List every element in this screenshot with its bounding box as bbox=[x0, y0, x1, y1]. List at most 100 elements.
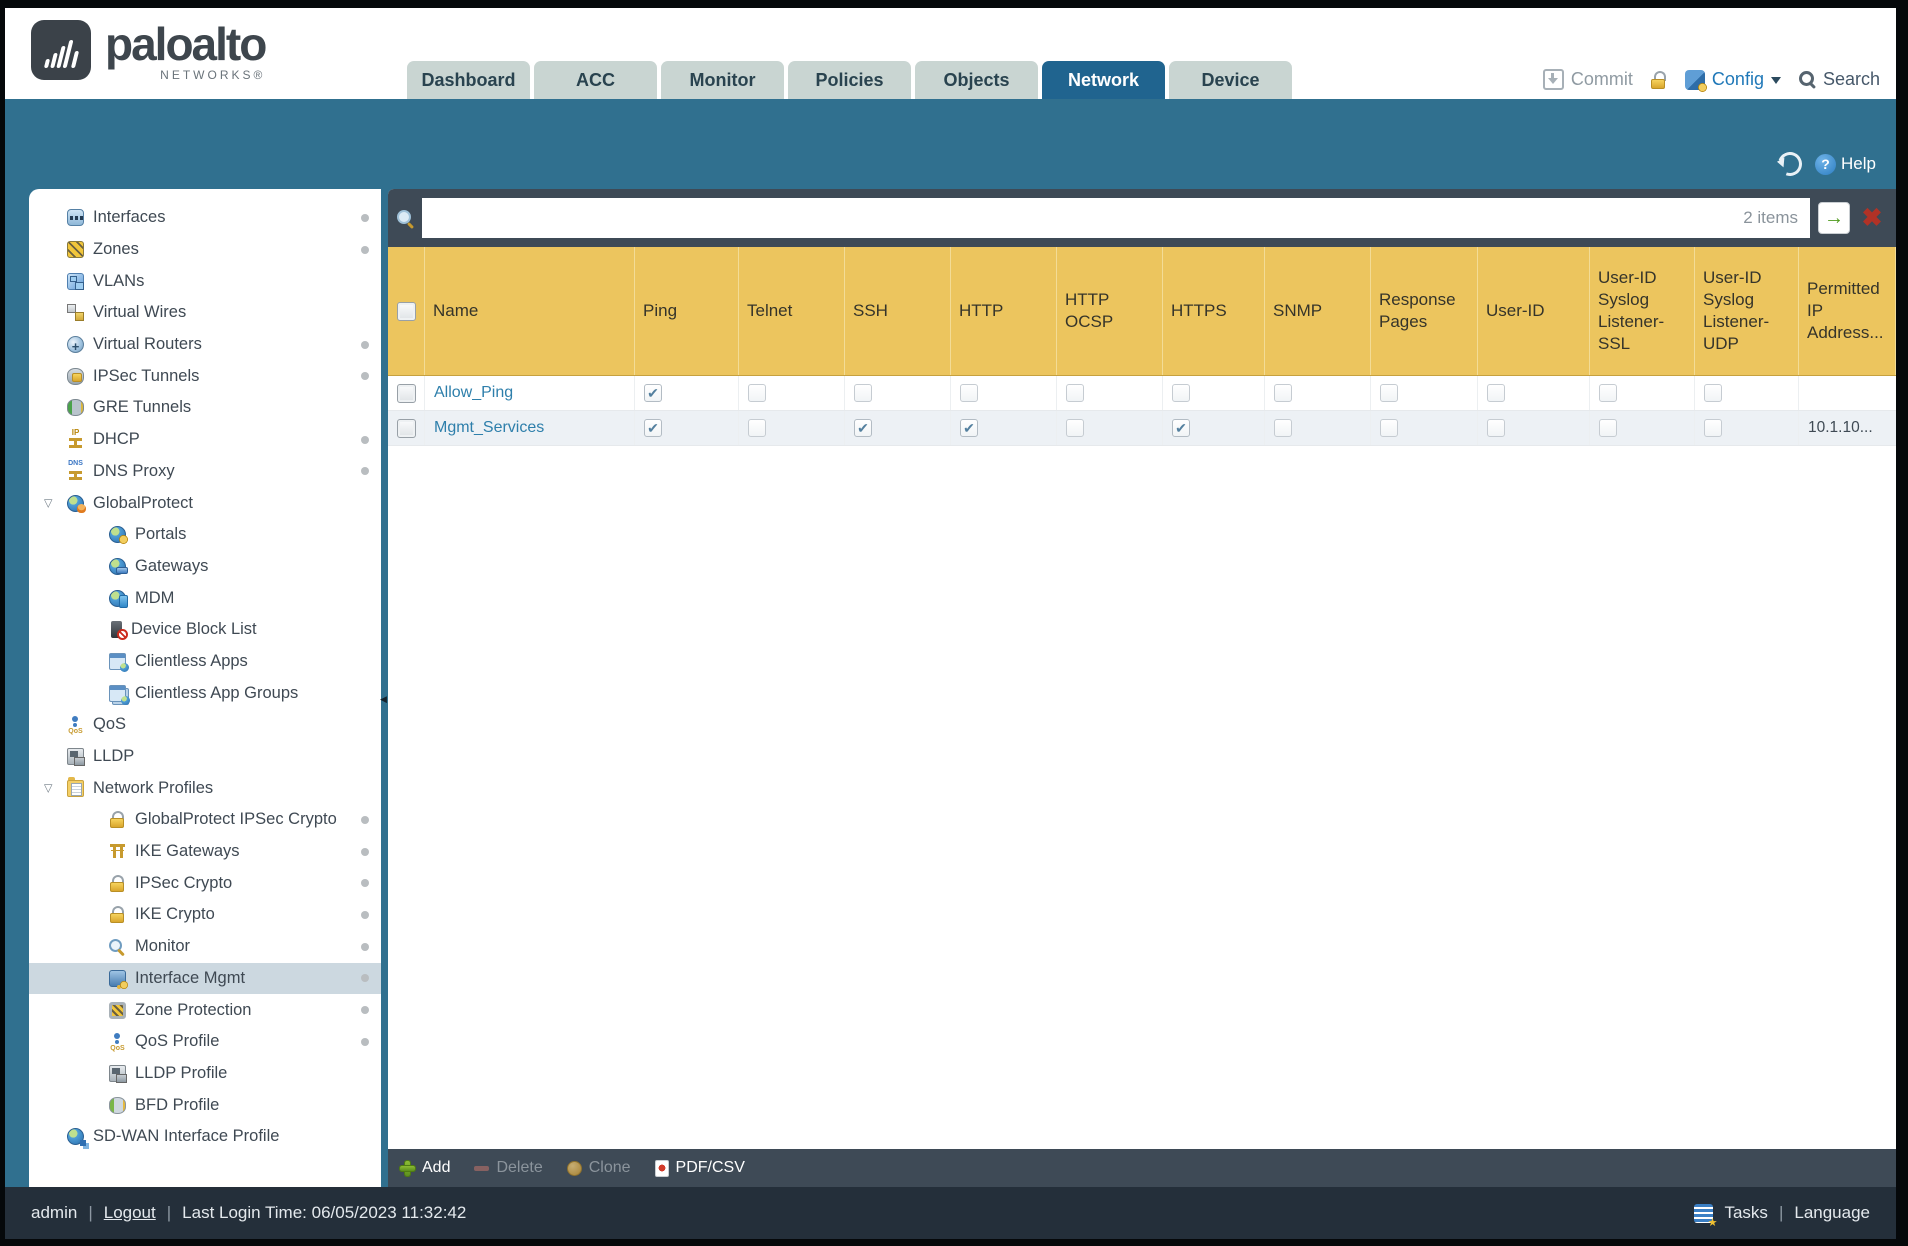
user_id-checkbox[interactable]: ✔ bbox=[1487, 419, 1505, 437]
profile-name-link[interactable]: Mgmt_Services bbox=[434, 419, 544, 437]
ssh-checkbox[interactable]: ✔ bbox=[854, 419, 872, 437]
response_pages-checkbox[interactable]: ✔ bbox=[1380, 419, 1398, 437]
column-header-http-ocsp[interactable]: HTTP OCSP bbox=[1057, 247, 1163, 375]
sidebar-item-mdm[interactable]: MDM bbox=[29, 582, 381, 614]
apply-filter-button[interactable] bbox=[1818, 202, 1850, 234]
sidebar-item-virtual-wires[interactable]: Virtual Wires bbox=[29, 297, 381, 329]
global-search-button[interactable]: Search bbox=[1798, 69, 1880, 90]
user_id_syslog_listener_udp-checkbox[interactable]: ✔ bbox=[1704, 419, 1722, 437]
language-button[interactable]: Language bbox=[1794, 1203, 1870, 1223]
sidebar-item-dhcp[interactable]: DHCP bbox=[29, 424, 381, 456]
column-header-permitted-ip-address[interactable]: Permitted IP Address... bbox=[1799, 247, 1896, 375]
tab-policies[interactable]: Policies bbox=[788, 61, 911, 99]
sidebar-item-lldp[interactable]: LLDP bbox=[29, 741, 381, 773]
user_id_syslog_listener_udp-checkbox[interactable]: ✔ bbox=[1704, 384, 1722, 402]
ping-checkbox[interactable]: ✔ bbox=[644, 384, 662, 402]
sidebar-item-vlans[interactable]: VLANs bbox=[29, 265, 381, 297]
response_pages-checkbox[interactable]: ✔ bbox=[1380, 384, 1398, 402]
column-header-http[interactable]: HTTP bbox=[951, 247, 1057, 375]
sidebar-item-ipsec-tunnels[interactable]: IPSec Tunnels bbox=[29, 360, 381, 392]
config-dropdown[interactable]: Config bbox=[1684, 69, 1781, 92]
telnet-checkbox[interactable]: ✔ bbox=[748, 419, 766, 437]
column-header-snmp[interactable]: SNMP bbox=[1265, 247, 1371, 375]
sidebar-item-device-block-list[interactable]: Device Block List bbox=[29, 614, 381, 646]
http-checkbox[interactable]: ✔ bbox=[960, 419, 978, 437]
tab-network[interactable]: Network bbox=[1042, 61, 1165, 99]
column-header-label: HTTP OCSP bbox=[1065, 289, 1114, 331]
https-checkbox[interactable]: ✔ bbox=[1172, 419, 1190, 437]
sidebar-item-bfd-profile[interactable]: BFD Profile bbox=[29, 1089, 381, 1121]
sidebar-item-zone-protection[interactable]: Zone Protection bbox=[29, 994, 381, 1026]
commit-button[interactable]: Commit bbox=[1542, 69, 1633, 90]
collapse-toggle-icon[interactable]: ▽ bbox=[44, 497, 52, 510]
column-header-ssh[interactable]: SSH bbox=[845, 247, 951, 375]
clear-filter-button[interactable] bbox=[1858, 203, 1886, 233]
telnet-checkbox[interactable]: ✔ bbox=[748, 384, 766, 402]
ping-checkbox[interactable]: ✔ bbox=[644, 419, 662, 437]
sidebar-item-sd-wan-interface-profile[interactable]: SD-WAN Interface Profile bbox=[29, 1121, 381, 1153]
snmp-checkbox[interactable]: ✔ bbox=[1274, 384, 1292, 402]
tab-dashboard[interactable]: Dashboard bbox=[407, 61, 530, 99]
sidebar-item-interface-mgmt[interactable]: Interface Mgmt bbox=[29, 962, 381, 995]
tab-monitor[interactable]: Monitor bbox=[661, 61, 784, 99]
tab-objects[interactable]: Objects bbox=[915, 61, 1038, 99]
pdf-csv-button[interactable]: PDF/CSV bbox=[654, 1159, 745, 1177]
sidebar-item-portals[interactable]: Portals bbox=[29, 519, 381, 551]
select-all-checkbox[interactable] bbox=[396, 301, 416, 321]
sidebar-item-monitor[interactable]: Monitor bbox=[29, 931, 381, 963]
column-header-user-id[interactable]: User-ID bbox=[1478, 247, 1590, 375]
sidebar-item-gre-tunnels[interactable]: GRE Tunnels bbox=[29, 392, 381, 424]
column-header-label: Ping bbox=[643, 300, 678, 320]
sidebar-item-qos[interactable]: QoS bbox=[29, 709, 381, 741]
ssh-checkbox[interactable]: ✔ bbox=[854, 384, 872, 402]
sidebar-item-virtual-routers[interactable]: Virtual Routers bbox=[29, 329, 381, 361]
column-header-telnet[interactable]: Telnet bbox=[739, 247, 845, 375]
http_ocsp-checkbox[interactable]: ✔ bbox=[1066, 384, 1084, 402]
sidebar-item-interfaces[interactable]: Interfaces bbox=[29, 202, 381, 234]
user_id_syslog_listener_ssl-checkbox[interactable]: ✔ bbox=[1599, 419, 1617, 437]
sidebar-item-globalprotect-ipsec-crypto[interactable]: GlobalProtect IPSec Crypto bbox=[29, 804, 381, 836]
monitor-profile-icon bbox=[109, 938, 126, 955]
name-cell: Mgmt_Services bbox=[425, 411, 635, 445]
sidebar-item-gateways[interactable]: Gateways bbox=[29, 551, 381, 583]
tasks-button[interactable]: Tasks bbox=[1724, 1203, 1767, 1223]
sidebar-item-network-profiles[interactable]: ▽ Network Profiles bbox=[29, 772, 381, 804]
column-header-ping[interactable]: Ping bbox=[635, 247, 739, 375]
column-header-user-id-syslog-listener-udp[interactable]: User-ID Syslog Listener-UDP bbox=[1695, 247, 1799, 375]
user_id-checkbox[interactable]: ✔ bbox=[1487, 384, 1505, 402]
http-checkbox[interactable]: ✔ bbox=[960, 384, 978, 402]
row-select-checkbox[interactable] bbox=[396, 383, 416, 403]
row-select-checkbox[interactable] bbox=[396, 418, 416, 438]
column-header-name[interactable]: Name bbox=[425, 247, 635, 375]
tab-device[interactable]: Device bbox=[1169, 61, 1292, 99]
refresh-icon[interactable] bbox=[1774, 148, 1806, 180]
filter-input[interactable] bbox=[434, 208, 1744, 228]
sidebar-item-globalprotect[interactable]: ▽ GlobalProtect bbox=[29, 487, 381, 519]
sidebar-item-qos-profile[interactable]: QoS Profile bbox=[29, 1026, 381, 1058]
lock-button[interactable] bbox=[1650, 70, 1667, 89]
https-checkbox[interactable]: ✔ bbox=[1172, 384, 1190, 402]
profile-name-link[interactable]: Allow_Ping bbox=[434, 384, 513, 402]
sidebar-item-ike-gateways[interactable]: IKE Gateways bbox=[29, 836, 381, 868]
collapse-toggle-icon[interactable]: ▽ bbox=[44, 782, 52, 795]
user_id_syslog_listener_ssl-checkbox[interactable]: ✔ bbox=[1599, 384, 1617, 402]
column-header-https[interactable]: HTTPS bbox=[1163, 247, 1265, 375]
sidebar-item-ipsec-crypto[interactable]: IPSec Crypto bbox=[29, 867, 381, 899]
ping-cell: ✔ bbox=[635, 376, 739, 410]
tab-acc[interactable]: ACC bbox=[534, 61, 657, 99]
sidebar-item-ike-crypto[interactable]: IKE Crypto bbox=[29, 899, 381, 931]
add-button[interactable]: Add bbox=[400, 1159, 450, 1177]
filter-input-wrap: 2 items bbox=[422, 198, 1810, 238]
http_ocsp-checkbox[interactable]: ✔ bbox=[1066, 419, 1084, 437]
sidebar-item-dns-proxy[interactable]: DNS Proxy bbox=[29, 456, 381, 488]
sidebar-item-zones[interactable]: Zones bbox=[29, 234, 381, 266]
logout-link[interactable]: Logout bbox=[104, 1203, 156, 1223]
column-header-response-pages[interactable]: Response Pages bbox=[1371, 247, 1478, 375]
help-button[interactable]: Help bbox=[1815, 153, 1876, 175]
column-header-user-id-syslog-listener-ssl[interactable]: User-ID Syslog Listener-SSL bbox=[1590, 247, 1695, 375]
sidebar-item-lldp-profile[interactable]: LLDP Profile bbox=[29, 1058, 381, 1090]
sidebar-collapse-handle[interactable] bbox=[380, 694, 387, 705]
sidebar-item-clientless-apps[interactable]: Clientless Apps bbox=[29, 646, 381, 678]
sidebar-item-clientless-app-groups[interactable]: Clientless App Groups bbox=[29, 677, 381, 709]
snmp-checkbox[interactable]: ✔ bbox=[1274, 419, 1292, 437]
